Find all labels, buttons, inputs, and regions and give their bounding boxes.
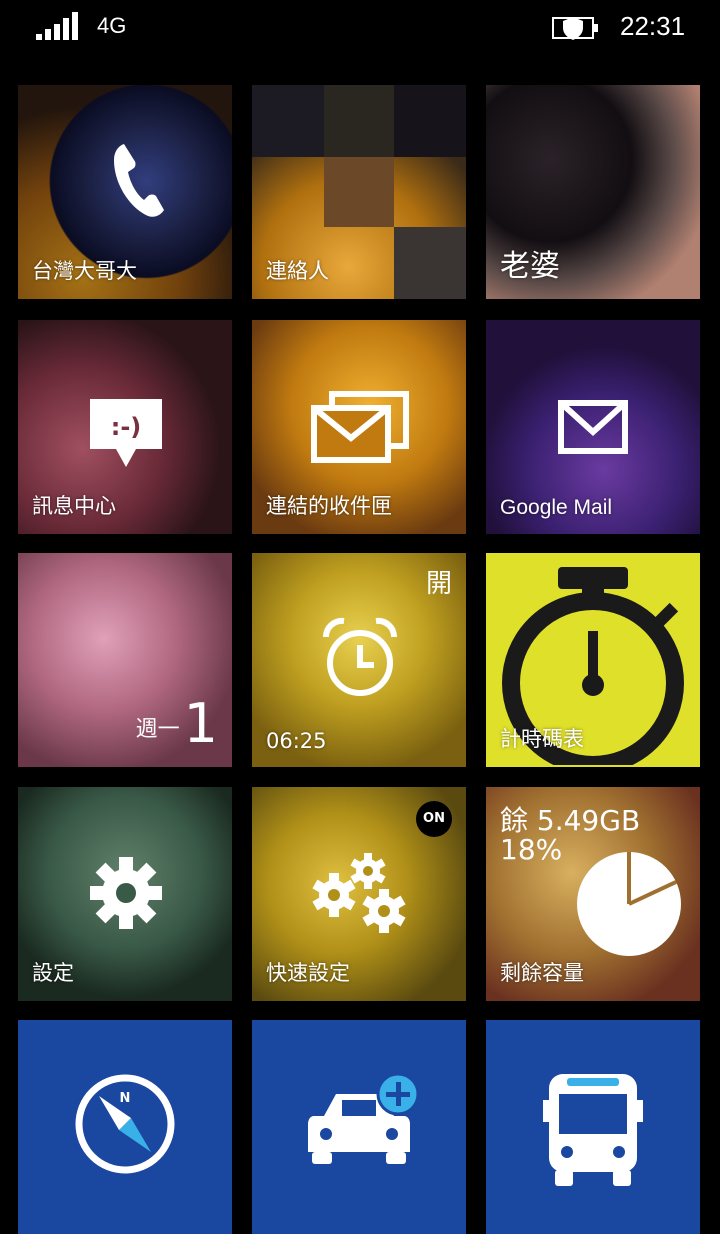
alarm-clock-icon bbox=[322, 617, 398, 696]
tile-wife-label: 老婆 bbox=[500, 249, 560, 284]
message-bubble-icon: :-) bbox=[90, 399, 162, 467]
tile-settings-label: 設定 bbox=[32, 961, 74, 985]
tile-stopwatch[interactable]: 計時碼表 bbox=[486, 553, 700, 767]
tile-linked-inbox-label: 連結的收件匣 bbox=[266, 494, 392, 518]
tile-phone-label: 台灣大哥大 bbox=[32, 259, 137, 283]
tile-wife[interactable]: 老婆 bbox=[486, 85, 700, 299]
calendar-day-number: 1 bbox=[183, 692, 218, 755]
tile-linked-inbox[interactable]: 連結的收件匣 bbox=[252, 320, 466, 534]
gear-icon bbox=[90, 857, 162, 929]
tile-storage[interactable]: 餘 5.49GB 18% 剩餘容量 bbox=[486, 787, 700, 1001]
tile-messaging-label: 訊息中心 bbox=[32, 494, 116, 518]
tile-messaging[interactable]: :-) 訊息中心 bbox=[18, 320, 232, 534]
tile-compass[interactable]: N bbox=[18, 1020, 232, 1234]
mail-icon bbox=[558, 400, 628, 454]
tile-storage-label: 剩餘容量 bbox=[500, 961, 584, 985]
pie-chart-icon bbox=[577, 852, 681, 956]
tile-calendar[interactable]: 週一1 bbox=[18, 553, 232, 767]
tile-car[interactable] bbox=[252, 1020, 466, 1234]
tile-quick-settings-label: 快速設定 bbox=[266, 961, 350, 985]
storage-percent: 18% bbox=[500, 833, 563, 866]
tile-bus[interactable] bbox=[486, 1020, 700, 1234]
svg-text::-): :-) bbox=[111, 413, 142, 441]
battery-saver-icon bbox=[552, 17, 598, 40]
tile-alarms-label: 06:25 bbox=[266, 729, 327, 753]
svg-text:N: N bbox=[120, 1091, 131, 1106]
alarm-status: 開 bbox=[425, 569, 452, 599]
tile-settings[interactable]: 設定 bbox=[18, 787, 232, 1001]
calendar-day-name: 週一 bbox=[135, 717, 180, 742]
car-add-icon bbox=[308, 1072, 420, 1164]
signal-bars-icon bbox=[36, 12, 84, 40]
tile-quick-settings[interactable]: ON 快速設定 bbox=[252, 787, 466, 1001]
tile-phone[interactable]: 台灣大哥大 bbox=[18, 85, 232, 299]
tile-alarms[interactable]: 開 06:25 bbox=[252, 553, 466, 767]
tile-contacts-label: 連絡人 bbox=[266, 259, 329, 283]
calendar-date: 週一1 bbox=[136, 692, 218, 755]
phone-icon bbox=[114, 144, 164, 217]
tile-stopwatch-label: 計時碼表 bbox=[500, 727, 584, 751]
quick-settings-on-badge: ON bbox=[416, 801, 452, 837]
bus-icon bbox=[543, 1074, 643, 1186]
tile-google-mail[interactable]: Google Mail bbox=[486, 320, 700, 534]
compass-icon: N bbox=[75, 1074, 175, 1174]
network-type: 4G bbox=[97, 13, 127, 38]
gears-icon bbox=[312, 853, 406, 933]
tile-contacts[interactable]: 連絡人 bbox=[252, 85, 466, 299]
linked-inbox-icon bbox=[311, 391, 409, 463]
tile-google-mail-label: Google Mail bbox=[500, 496, 613, 519]
clock: 22:31 bbox=[620, 11, 686, 41]
status-bar: 4G 22:31 bbox=[0, 0, 720, 56]
